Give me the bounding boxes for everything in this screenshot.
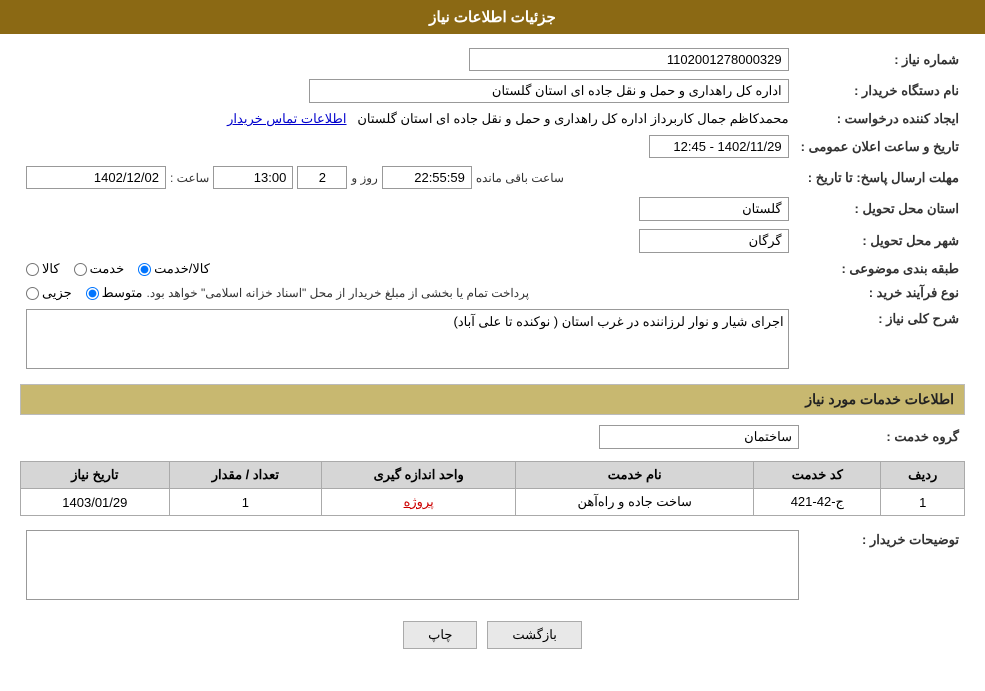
back-button[interactable]: بازگشت	[487, 621, 581, 649]
category-kala-label: کالا	[42, 261, 60, 277]
col-row: ردیف	[881, 462, 965, 489]
page-title: جزئیات اطلاعات نیاز	[429, 9, 556, 26]
announce-datetime-label: تاریخ و ساعت اعلان عمومی :	[795, 131, 965, 162]
col-code: کد خدمت	[754, 462, 881, 489]
deadline-days: 2	[297, 166, 347, 189]
deadline-date: 1402/12/02	[26, 166, 166, 189]
deadline-label: مهلت ارسال پاسخ: تا تاریخ :	[795, 162, 965, 193]
requester-contact-link[interactable]: اطلاعات تماس خریدار	[227, 111, 346, 126]
services-table: ردیف کد خدمت نام خدمت واحد اندازه گیری ت…	[20, 461, 965, 516]
requester-label: ایجاد کننده درخواست :	[795, 107, 965, 131]
cell-unit[interactable]: پروژه	[322, 489, 516, 516]
category-khedmat-label: خدمت	[90, 261, 125, 277]
cell-code: ج-42-421	[754, 489, 881, 516]
col-date: تاریخ نیاز	[21, 462, 170, 489]
category-kala[interactable]: کالا	[26, 261, 60, 277]
delivery-province-label: استان محل تحویل :	[795, 193, 965, 225]
print-button[interactable]: چاپ	[403, 621, 477, 649]
deadline-time-label: ساعت :	[170, 171, 209, 185]
deadline-countdown: 22:55:59	[382, 166, 472, 189]
bottom-buttons-row: بازگشت چاپ	[20, 621, 965, 649]
delivery-province-value: گلستان	[639, 197, 789, 221]
buyer-desc-textarea[interactable]	[26, 530, 799, 600]
col-unit: واحد اندازه گیری	[322, 462, 516, 489]
col-name: نام خدمت	[516, 462, 754, 489]
delivery-city-value: گرگان	[639, 229, 789, 253]
category-khedmat[interactable]: خدمت	[74, 261, 125, 277]
category-kala-khedmat[interactable]: کالا/خدمت	[138, 261, 210, 277]
delivery-city-label: شهر محل تحویل :	[795, 225, 965, 257]
requester-value: محمدکاظم جمال کاربرداز اداره کل راهداری …	[357, 111, 788, 126]
deadline-time: 13:00	[213, 166, 293, 189]
cell-quantity: 1	[169, 489, 321, 516]
service-group-value: ساختمان	[599, 425, 799, 449]
purchase-type-motavasset[interactable]: متوسط	[86, 285, 143, 301]
announce-datetime-value: 1402/11/29 - 12:45	[649, 135, 789, 158]
description-label: شرح کلی نیاز :	[795, 305, 965, 376]
deadline-countdown-label: ساعت باقی مانده	[476, 171, 564, 185]
table-row: 1 ج-42-421 ساخت جاده و راه‌آهن پروژه 1 1…	[21, 489, 965, 516]
service-group-label: گروه خدمت :	[805, 421, 965, 453]
purchase-type-motavasset-label: متوسط	[102, 285, 143, 301]
purchase-type-note: پرداخت تمام یا بخشی از مبلغ خریدار از مح…	[147, 286, 534, 300]
cell-name: ساخت جاده و راه‌آهن	[516, 489, 754, 516]
buyer-desc-label: توضیحات خریدار :	[805, 526, 965, 607]
purchase-type-jozei-label: جزیی	[42, 285, 72, 301]
category-label: طبقه بندی موضوعی :	[795, 257, 965, 281]
description-textarea[interactable]: اجرای شیار و نوار لرزاننده در غرب استان …	[26, 309, 789, 369]
deadline-days-label: روز و	[351, 171, 378, 185]
services-section-title: اطلاعات خدمات مورد نیاز	[20, 384, 965, 415]
cell-date: 1403/01/29	[21, 489, 170, 516]
purchase-type-label: نوع فرآیند خرید :	[795, 281, 965, 305]
col-quantity: تعداد / مقدار	[169, 462, 321, 489]
need-number-label: شماره نیاز :	[795, 44, 965, 75]
buyer-org-label: نام دستگاه خریدار :	[795, 75, 965, 107]
buyer-org-value: اداره کل راهداری و حمل و نقل جاده ای است…	[309, 79, 789, 103]
page-header: جزئیات اطلاعات نیاز	[0, 0, 985, 34]
cell-row: 1	[881, 489, 965, 516]
category-kala-khedmat-label: کالا/خدمت	[154, 261, 210, 277]
purchase-type-jozei[interactable]: جزیی	[26, 285, 72, 301]
need-number-value: 1102001278000329	[469, 48, 789, 71]
